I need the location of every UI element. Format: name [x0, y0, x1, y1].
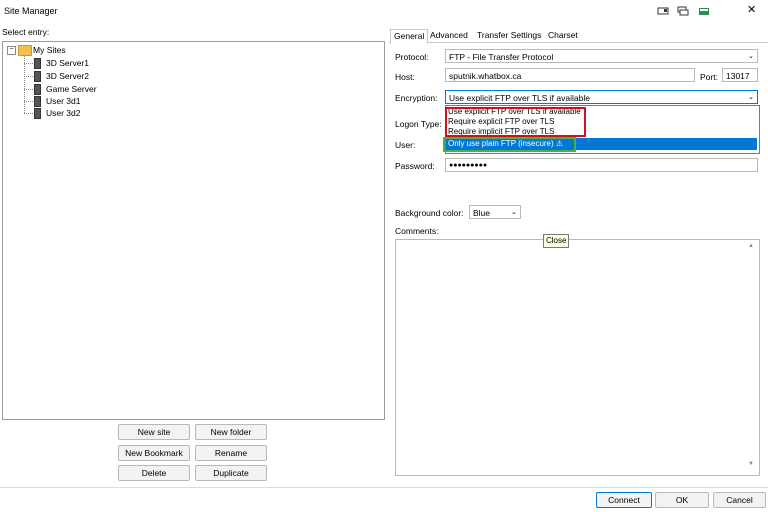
new-site-button[interactable]: New site [118, 424, 190, 440]
delete-button[interactable]: Delete [118, 465, 190, 481]
tab-charset[interactable]: Charset [545, 29, 581, 42]
server-icon [34, 84, 41, 95]
host-input[interactable]: sputnik.whatbox.ca [445, 68, 695, 82]
tree-item[interactable]: User 3d1 [46, 95, 81, 107]
server-icon [34, 58, 41, 69]
tree-item[interactable]: 3D Server2 [46, 70, 89, 82]
tree-item[interactable]: Game Server [46, 83, 97, 95]
collapse-icon[interactable]: − [7, 46, 16, 55]
window-icon-3[interactable] [698, 6, 710, 16]
server-icon [34, 108, 41, 119]
connect-button[interactable]: Connect [596, 492, 652, 508]
encryption-value: Use explicit FTP over TLS if available [449, 93, 590, 103]
window-icon-1[interactable] [657, 6, 669, 16]
server-icon [34, 71, 41, 82]
chevron-down-icon: ⌄ [748, 53, 754, 60]
rename-button[interactable]: Rename [195, 445, 267, 461]
host-value: sputnik.whatbox.ca [449, 71, 522, 81]
protocol-label: Protocol: [395, 52, 429, 62]
close-icon[interactable]: ✕ [747, 3, 756, 16]
tree-root-my-sites[interactable]: My Sites [33, 44, 66, 56]
host-label: Host: [395, 72, 415, 82]
port-label: Port: [700, 72, 718, 82]
logon-type-label: Logon Type: [395, 119, 442, 129]
cancel-button[interactable]: Cancel [713, 492, 766, 508]
comments-textarea[interactable] [395, 239, 760, 476]
background-color-label: Background color: [395, 208, 464, 218]
scroll-up-icon[interactable]: ▲ [748, 243, 754, 249]
encryption-label: Encryption: [395, 93, 438, 103]
tab-general[interactable]: General [390, 29, 429, 44]
port-value: 13017 [726, 71, 750, 81]
window-title: Site Manager [4, 6, 58, 16]
green-annotation-box [443, 137, 576, 152]
site-tree[interactable]: − My Sites 3D Server1 3D Server2 Game Se… [2, 41, 385, 420]
red-annotation-box [445, 107, 586, 137]
password-input[interactable]: ●●●●●●●●● [445, 158, 758, 172]
protocol-value: FTP - File Transfer Protocol [449, 52, 554, 62]
ok-button[interactable]: OK [655, 492, 709, 508]
tree-item[interactable]: 3D Server1 [46, 57, 89, 69]
background-color-value: Blue [473, 208, 491, 218]
chevron-down-icon: ⌄ [511, 209, 517, 216]
comments-label: Comments: [395, 226, 439, 236]
encryption-select[interactable]: Use explicit FTP over TLS if available [445, 90, 758, 104]
tab-advanced[interactable]: Advanced [427, 29, 471, 42]
port-input[interactable]: 13017 [722, 68, 758, 82]
footer-divider [0, 487, 768, 488]
title-bar [0, 0, 768, 22]
protocol-select[interactable]: FTP - File Transfer Protocol [445, 49, 758, 63]
new-folder-button[interactable]: New folder [195, 424, 267, 440]
select-entry-label: Select entry: [2, 27, 50, 37]
chevron-down-icon: ⌄ [748, 94, 754, 101]
server-icon [34, 96, 41, 107]
window-icon-2[interactable] [677, 6, 689, 16]
close-tooltip: Close [543, 234, 570, 248]
folder-icon [18, 45, 32, 56]
duplicate-button[interactable]: Duplicate [195, 465, 267, 481]
scroll-down-icon[interactable]: ▼ [748, 461, 754, 467]
tab-transfer-settings[interactable]: Transfer Settings [474, 29, 544, 42]
new-bookmark-button[interactable]: New Bookmark [118, 445, 190, 461]
user-label: User: [395, 140, 416, 150]
tree-item[interactable]: User 3d2 [46, 107, 81, 119]
password-value: ●●●●●●●●● [449, 162, 488, 169]
password-label: Password: [395, 161, 435, 171]
